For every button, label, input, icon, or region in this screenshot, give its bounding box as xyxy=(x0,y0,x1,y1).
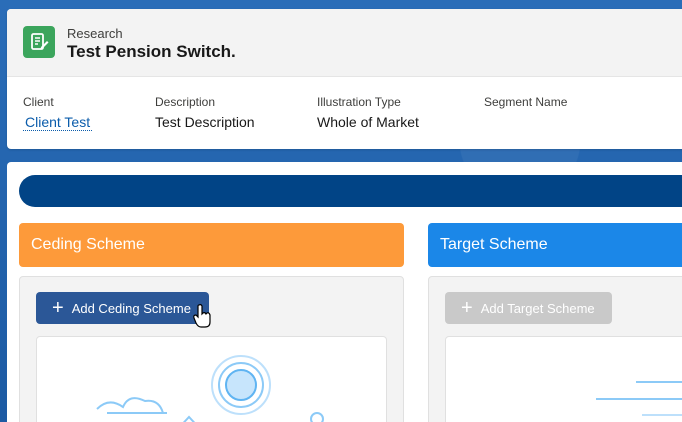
field-value-description: Test Description xyxy=(155,114,255,130)
hand-cursor-icon xyxy=(193,304,211,328)
record-header-top: Research Test Pension Switch. xyxy=(7,9,682,77)
add-target-scheme-label: Add Target Scheme xyxy=(480,300,595,316)
client-link[interactable]: Client Test xyxy=(23,114,93,131)
target-empty-state-illustration xyxy=(445,336,682,422)
field-description: Description Test Description xyxy=(155,95,255,130)
ceding-empty-state-illustration xyxy=(36,336,387,422)
target-scheme-header: Target Scheme xyxy=(428,223,682,267)
field-value-illustration-type: Whole of Market xyxy=(317,114,419,130)
record-title: Test Pension Switch. xyxy=(67,42,236,61)
progress-bar xyxy=(19,175,682,207)
field-label-description: Description xyxy=(155,95,216,109)
empty-state-illustration-icon xyxy=(96,355,324,422)
record-header: Research Test Pension Switch. Client Cli… xyxy=(7,9,682,149)
ceding-scheme-header: Ceding Scheme xyxy=(19,223,404,267)
field-illustration-type: Illustration Type Whole of Market xyxy=(317,95,419,130)
field-label-segment-name: Segment Name xyxy=(484,95,568,109)
add-ceding-scheme-button[interactable]: + Add Ceding Scheme xyxy=(36,292,209,324)
empty-state-illustration-icon xyxy=(596,381,682,416)
field-label-client: Client xyxy=(23,95,54,109)
field-label-illustration-type: Illustration Type xyxy=(317,95,401,109)
add-ceding-scheme-label: Add Ceding Scheme xyxy=(71,300,191,316)
plus-icon: + xyxy=(461,297,473,319)
research-document-icon xyxy=(23,26,55,58)
plus-icon: + xyxy=(52,297,64,319)
add-target-scheme-button[interactable]: + Add Target Scheme xyxy=(445,292,612,324)
object-label: Research xyxy=(67,26,123,41)
field-segment-name: Segment Name xyxy=(484,95,567,114)
field-client: Client Client Test xyxy=(23,95,93,131)
